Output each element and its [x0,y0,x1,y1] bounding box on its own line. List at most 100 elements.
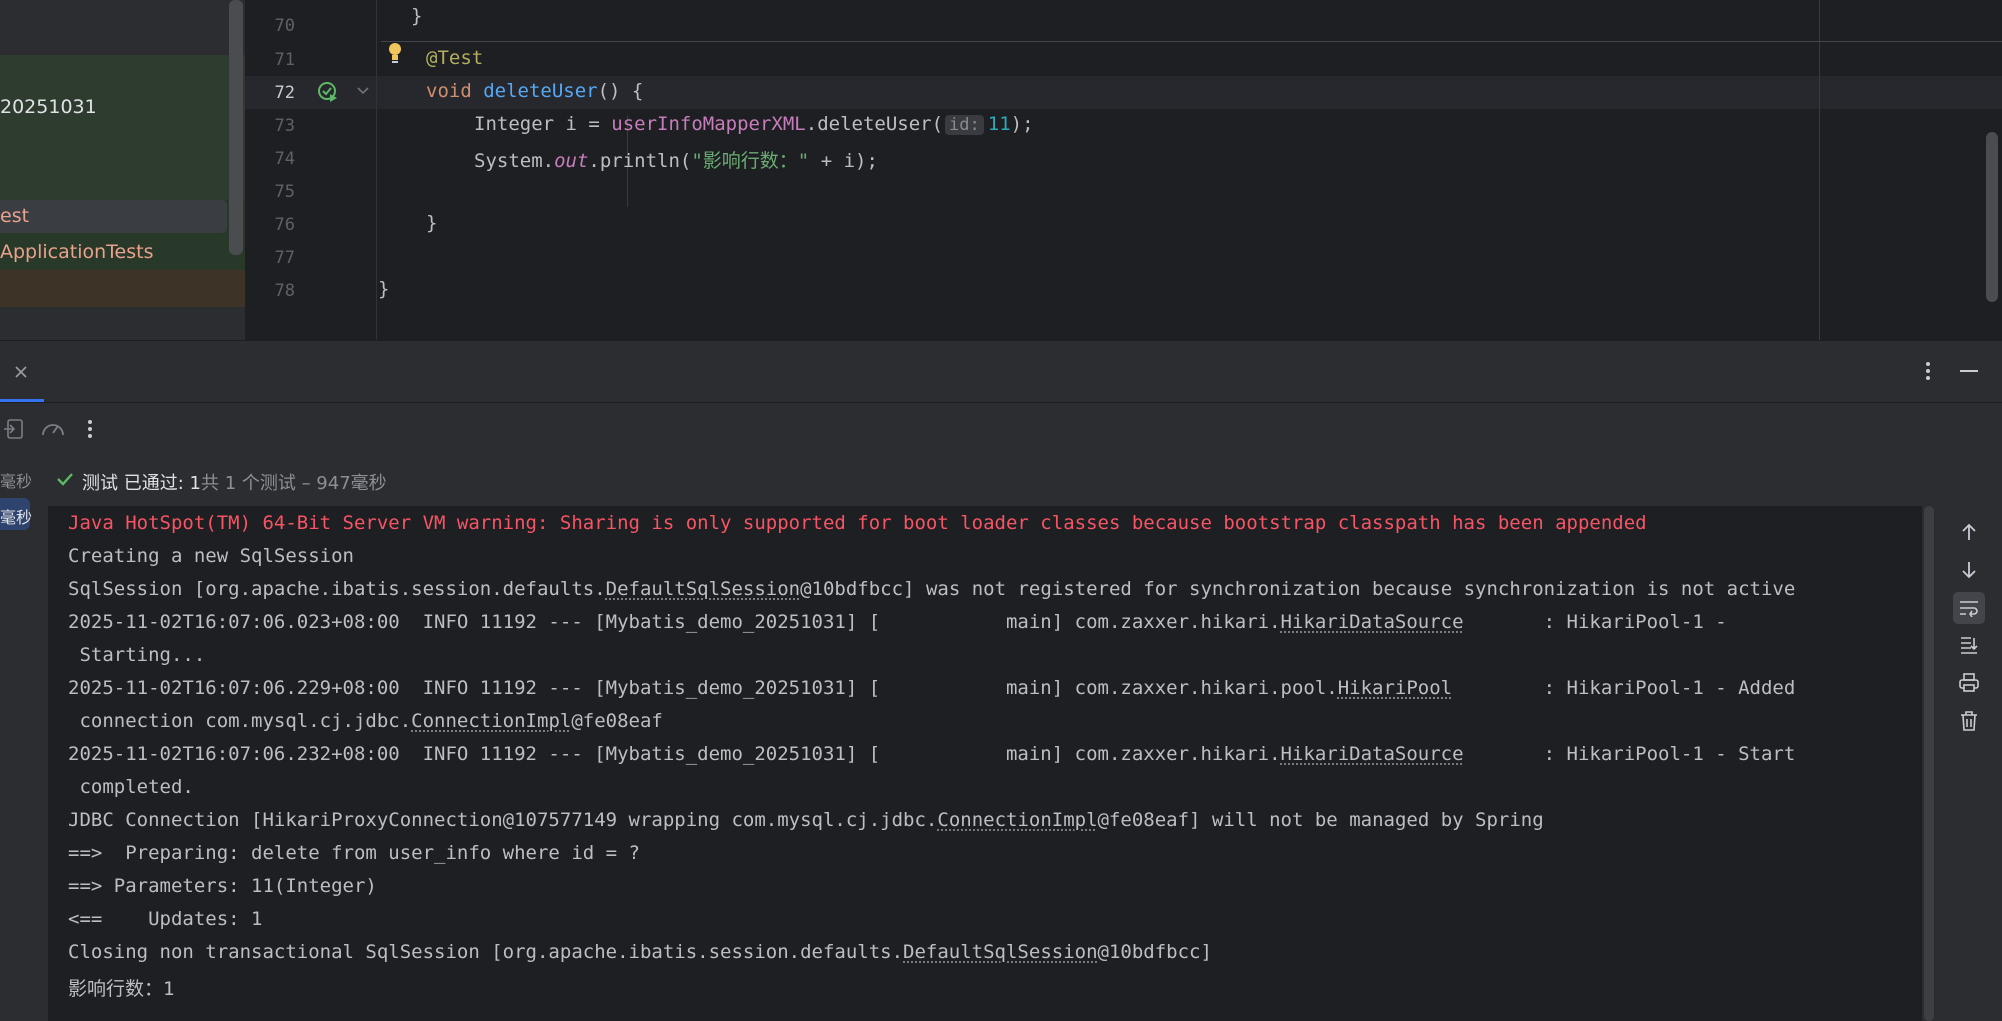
console-actions [1936,506,2002,1021]
test-status-bar: 测试 已通过: 1共 1 个测试 – 947毫秒 [48,454,2002,506]
close-icon[interactable] [10,361,32,383]
code-line-73: Integer i = userInfoMapperXML.deleteUser… [474,113,1034,135]
line-number: 72 [274,83,295,103]
console-line: ==> Parameters: 11(Integer) [68,875,377,897]
code-token: Integer i = [474,113,612,135]
console-line: Closing non transactional SqlSession [or… [68,941,1212,963]
run-test-icon[interactable] [316,80,340,104]
console-text: Closing non transactional SqlSession [or… [68,941,904,963]
line-number: 78 [274,281,295,301]
console-line: 影响行数：1 [68,978,175,1000]
console-line: Starting... [68,644,206,666]
code-line-76: } [426,212,437,234]
console-line: completed. [68,776,194,798]
console-line: connection com.mysql.cj.jdbc.ConnectionI… [68,710,663,732]
console-line: 2025-11-02T16:07:06.232+08:00 INFO 11192… [68,743,1795,765]
class-link[interactable]: ConnectionImpl [411,710,571,732]
console-text: 2025-11-02T16:07:06.023+08:00 INFO 11192… [68,611,1281,633]
brace: } [378,278,390,300]
code-line-74: System.out.println("影响行数：" + i); [474,146,878,173]
more-vertical-icon[interactable] [80,417,100,441]
class-link[interactable]: HikariDataSource [1281,611,1464,633]
test-status-suffix: 共 1 个测试 – 947毫秒 [200,473,387,494]
console-text: JDBC Connection [HikariProxyConnection@1… [68,809,938,831]
class-link[interactable]: HikariPool [1338,677,1452,699]
console-text: : HikariPool-1 - Added [1452,677,1796,699]
class-link[interactable]: ConnectionImpl [937,809,1097,831]
minimize-icon[interactable] [1956,359,1982,383]
console-text: 2025-11-02T16:07:06.229+08:00 INFO 11192… [68,677,1338,699]
console-scrollbar-thumb[interactable] [1924,506,1934,1021]
class-link[interactable]: HikariDataSource [1281,743,1464,765]
soft-wrap-icon[interactable] [1953,592,1985,624]
fold-icon[interactable] [354,82,372,100]
line-number: 76 [274,215,295,235]
code-token: .println( [588,150,692,172]
tree-band-ignored [0,270,245,307]
code-token: + i); [809,150,878,172]
console-text: connection com.mysql.cj.jdbc. [68,710,412,732]
more-vertical-icon[interactable] [1916,359,1940,383]
code-line-78: } [378,278,389,300]
console-line: <== Updates: 1 [68,908,263,930]
code-token: System. [474,150,555,172]
exit-icon[interactable] [2,417,26,441]
test-duration-selected[interactable]: 毫秒 [0,504,32,528]
annotation: @Test [426,47,484,69]
static-field: out [554,150,589,172]
console-text: @10bdfbcc] was not registered for synchr… [800,578,1796,600]
console-text: SqlSession [org.apache.ibatis.session.de… [68,578,606,600]
console-scrollbar[interactable] [1922,506,1936,1021]
field-name: userInfoMapperXML [611,113,806,135]
run-toolbar [0,402,2002,455]
check-icon [54,468,76,490]
bulb-icon[interactable] [385,40,405,66]
gauge-icon[interactable] [40,417,66,441]
tree-item-module[interactable]: 20251031 [0,96,97,118]
scroll-to-end-icon[interactable] [1956,632,1982,658]
code-line-71: @Test [426,47,483,69]
console-text: @fe08eaf] will not be managed by Spring [1097,809,1544,831]
gutter-edge [376,0,377,340]
tree-module-band [0,55,245,200]
line-number: 70 [274,16,295,36]
arrow-up-icon[interactable] [1957,520,1981,544]
console-text: : HikariPool-1 - Start [1463,743,1796,765]
print-icon[interactable] [1956,670,1982,696]
console-output[interactable]: Java HotSpot(TM) 64-Bit Server VM warnin… [48,506,1922,1021]
tree-selection [0,200,227,233]
console-text: 2025-11-02T16:07:06.232+08:00 INFO 11192… [68,743,1281,765]
console-line: 2025-11-02T16:07:06.229+08:00 INFO 11192… [68,677,1795,699]
string-literal: "影响行数：" [691,150,810,172]
parameter-hint: id: [945,115,984,135]
line-number: 73 [274,116,295,136]
class-link[interactable]: DefaultSqlSession [903,941,1097,963]
line-number: 75 [274,182,295,202]
console-line: SqlSession [org.apache.ibatis.session.de… [68,578,1795,600]
console-text: @fe08eaf [571,710,663,732]
code-token: ); [1010,113,1034,135]
editor-scrollbar[interactable] [1986,132,1998,302]
console-line: Java HotSpot(TM) 64-Bit Server VM warnin… [68,512,1647,534]
test-status-prefix: 测试 已通过: 1 [82,473,201,494]
code-editor[interactable]: 70 71 72 73 74 75 76 77 78 } @Test void … [245,0,2002,340]
tree-item-application-tests[interactable]: ApplicationTests [0,241,153,263]
arrow-down-icon[interactable] [1957,558,1981,582]
trash-icon[interactable] [1956,708,1982,734]
code-line-69: } [411,5,423,27]
line-number: 74 [274,149,295,169]
console-line: ==> Preparing: delete from user_info whe… [68,842,640,864]
brace: } [426,212,438,234]
run-toolwindow-header [0,340,2002,403]
class-link[interactable]: DefaultSqlSession [606,578,800,600]
tree-item-test[interactable]: est [0,205,29,227]
tree-row-blank [0,0,245,55]
test-tree-panel: 毫秒 毫秒 [0,454,48,1021]
keyword: void [426,80,472,102]
test-duration[interactable]: 毫秒 [0,468,32,492]
tree-scrollbar[interactable] [229,0,243,255]
right-margin-guide [1819,0,1820,340]
console-line: JDBC Connection [HikariProxyConnection@1… [68,809,1544,831]
code-line-72: void deleteUser() { [426,80,643,102]
project-tree: 20251031 est ApplicationTests [0,0,245,340]
